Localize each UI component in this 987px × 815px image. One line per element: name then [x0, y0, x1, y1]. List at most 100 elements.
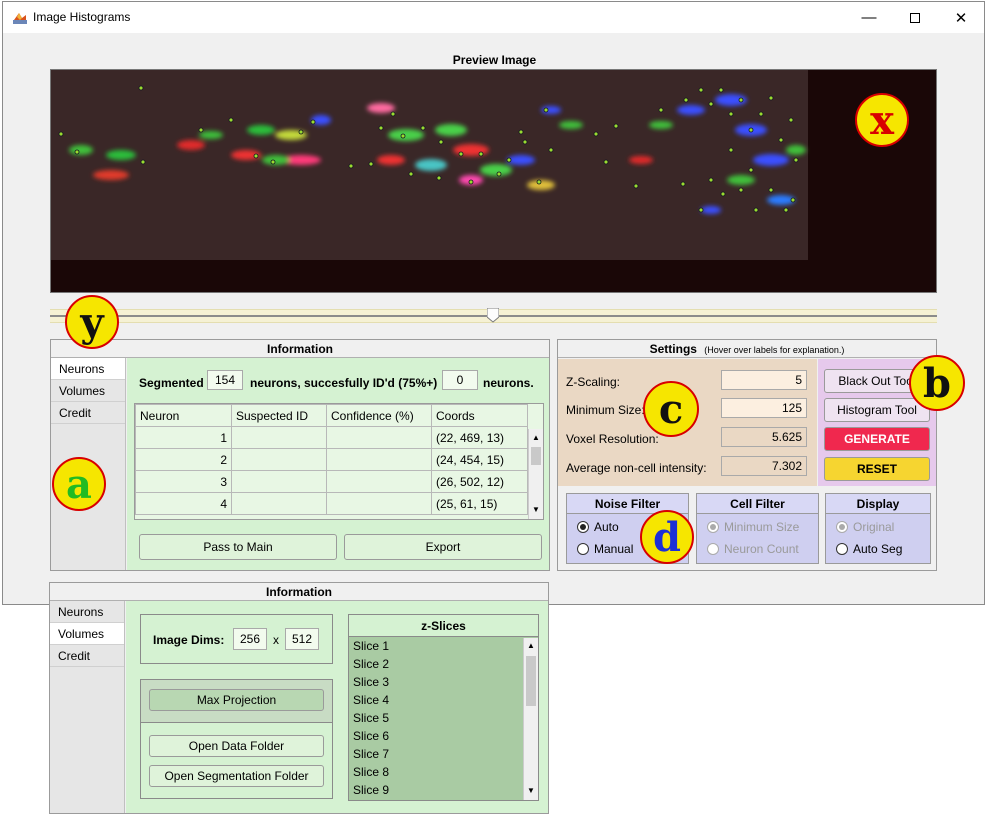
dim-x-field: 256	[233, 628, 267, 650]
list-item[interactable]: Slice 4	[353, 691, 538, 709]
list-item[interactable]: Slice 3	[353, 673, 538, 691]
radio-icon	[707, 543, 719, 555]
annotation-badge-y: y	[65, 295, 119, 349]
tab-credit[interactable]: Credit	[51, 402, 125, 424]
cell-id[interactable]	[231, 426, 327, 449]
voxel-resolution-label[interactable]: Voxel Resolution:	[566, 432, 659, 446]
open-segmentation-folder-button[interactable]: Open Segmentation Folder	[149, 765, 324, 787]
annotation-badge-x: x	[855, 93, 909, 147]
slice-slider-thumb[interactable]	[487, 308, 499, 323]
col-suspected-id[interactable]: Suspected ID	[231, 404, 327, 427]
scroll-thumb[interactable]	[526, 656, 536, 706]
radio-label: Auto	[594, 520, 619, 534]
segmented-label: Segmented	[139, 376, 204, 390]
cell-confidence[interactable]	[326, 426, 432, 449]
scroll-thumb[interactable]	[531, 447, 541, 465]
tab-neurons[interactable]: Neurons	[50, 601, 124, 623]
table-scrollbar[interactable]: ▲ ▼	[528, 429, 543, 519]
list-item[interactable]: Slice 8	[353, 763, 538, 781]
annotation-badge-a: a	[52, 457, 106, 511]
neuron-table[interactable]: Neuron Suspected ID Confidence (%) Coord…	[134, 403, 544, 520]
cell-neuron: 4	[135, 492, 232, 515]
close-icon: ✕	[954, 9, 968, 27]
minimum-size-label[interactable]: Minimum Size:	[566, 403, 645, 417]
list-item[interactable]: Slice 5	[353, 709, 538, 727]
table-header-row: Neuron Suspected ID Confidence (%) Coord…	[135, 404, 528, 427]
table-row[interactable]: 3 (26, 502, 12)	[135, 470, 528, 493]
display-auto-seg-radio[interactable]: Auto Seg	[826, 538, 930, 560]
list-item[interactable]: Slice 1	[353, 637, 538, 655]
cell-confidence[interactable]	[326, 492, 432, 515]
radio-label: Minimum Size	[724, 520, 800, 534]
folder-buttons-area: Open Data Folder Open Segmentation Folde…	[141, 722, 332, 798]
identified-label: neurons, succesfully ID'd (75%+)	[250, 376, 438, 390]
cell-confidence[interactable]	[326, 470, 432, 493]
display-original-radio[interactable]: Original	[826, 516, 930, 538]
open-data-folder-button[interactable]: Open Data Folder	[149, 735, 324, 757]
tab-volumes[interactable]: Volumes	[50, 623, 124, 645]
scroll-down-icon[interactable]: ▼	[532, 505, 540, 514]
cell-coords: (25, 61, 15)	[431, 492, 528, 515]
maximize-button[interactable]	[892, 2, 938, 33]
slices-scrollbar[interactable]: ▲ ▼	[523, 638, 538, 800]
segmented-count: 154	[207, 370, 243, 390]
tab-neurons[interactable]: Neurons	[51, 358, 125, 380]
radio-icon	[577, 543, 589, 555]
preview-image-canvas	[51, 70, 936, 292]
preview-title: Preview Image	[452, 53, 537, 67]
cell-id[interactable]	[231, 470, 327, 493]
scroll-up-icon[interactable]: ▲	[527, 641, 535, 650]
cell-id[interactable]	[231, 448, 327, 471]
close-button[interactable]: ✕	[938, 2, 984, 33]
list-item[interactable]: Slice 7	[353, 745, 538, 763]
radio-label: Neuron Count	[724, 542, 799, 556]
preview-image	[50, 69, 937, 293]
z-slices-list[interactable]: z-Slices Slice 1 Slice 2 Slice 3 Slice 4…	[348, 614, 539, 801]
minimize-button[interactable]: —	[846, 2, 892, 33]
export-button[interactable]: Export	[344, 534, 542, 560]
cell-neuron-count-radio[interactable]: Neuron Count	[697, 538, 818, 560]
cell-min-size-radio[interactable]: Minimum Size	[697, 516, 818, 538]
tab-volumes[interactable]: Volumes	[51, 380, 125, 402]
cell-filter-group: Cell Filter Minimum Size Neuron Count	[696, 493, 819, 564]
title-bar: Image Histograms — ✕	[3, 2, 984, 33]
settings-hint: (Hover over labels for explanation.)	[704, 345, 845, 355]
radio-selected-icon	[836, 521, 848, 533]
settings-title: Settings	[649, 342, 697, 356]
cell-id[interactable]	[231, 492, 327, 515]
z-slices-items: Slice 1 Slice 2 Slice 3 Slice 4 Slice 5 …	[349, 637, 538, 799]
volume-actions-box: Max Projection Open Data Folder Open Seg…	[140, 679, 333, 799]
z-scaling-input[interactable]: 5	[721, 370, 807, 390]
z-scaling-label[interactable]: Z-Scaling:	[566, 375, 620, 389]
minimum-size-input[interactable]: 125	[721, 398, 807, 418]
pass-to-main-button[interactable]: Pass to Main	[139, 534, 337, 560]
col-confidence[interactable]: Confidence (%)	[326, 404, 432, 427]
identified-count: 0	[442, 370, 478, 390]
histogram-tool-button[interactable]: Histogram Tool	[824, 398, 930, 422]
scroll-up-icon[interactable]: ▲	[532, 433, 540, 442]
display-group: Display Original Auto Seg	[825, 493, 931, 564]
generate-button[interactable]: GENERATE	[824, 427, 930, 451]
display-title: Display	[826, 494, 930, 514]
annotation-badge-d: d	[640, 510, 694, 564]
col-coords[interactable]: Coords	[431, 404, 528, 427]
list-item[interactable]: Slice 2	[353, 655, 538, 673]
col-neuron[interactable]: Neuron	[135, 404, 232, 427]
table-row[interactable]: 1 (22, 469, 13)	[135, 426, 528, 449]
annotation-badge-b: b	[909, 355, 965, 411]
reset-button[interactable]: RESET	[824, 457, 930, 481]
cell-confidence[interactable]	[326, 448, 432, 471]
cell-coords: (22, 469, 13)	[431, 426, 528, 449]
table-row[interactable]: 4 (25, 61, 15)	[135, 492, 528, 515]
max-projection-button[interactable]: Max Projection	[149, 689, 324, 711]
list-item[interactable]: Slice 9	[353, 781, 538, 799]
annotation-badge-c: c	[643, 381, 699, 437]
table-row[interactable]: 2 (24, 454, 15)	[135, 448, 528, 471]
settings-panel: Settings (Hover over labels for explanat…	[557, 339, 937, 571]
neurons-suffix: neurons.	[483, 376, 534, 390]
radio-selected-icon	[577, 521, 589, 533]
tab-credit[interactable]: Credit	[50, 645, 124, 667]
scroll-down-icon[interactable]: ▼	[527, 786, 535, 795]
list-item[interactable]: Slice 6	[353, 727, 538, 745]
avg-intensity-label[interactable]: Average non-cell intensity:	[566, 461, 707, 475]
